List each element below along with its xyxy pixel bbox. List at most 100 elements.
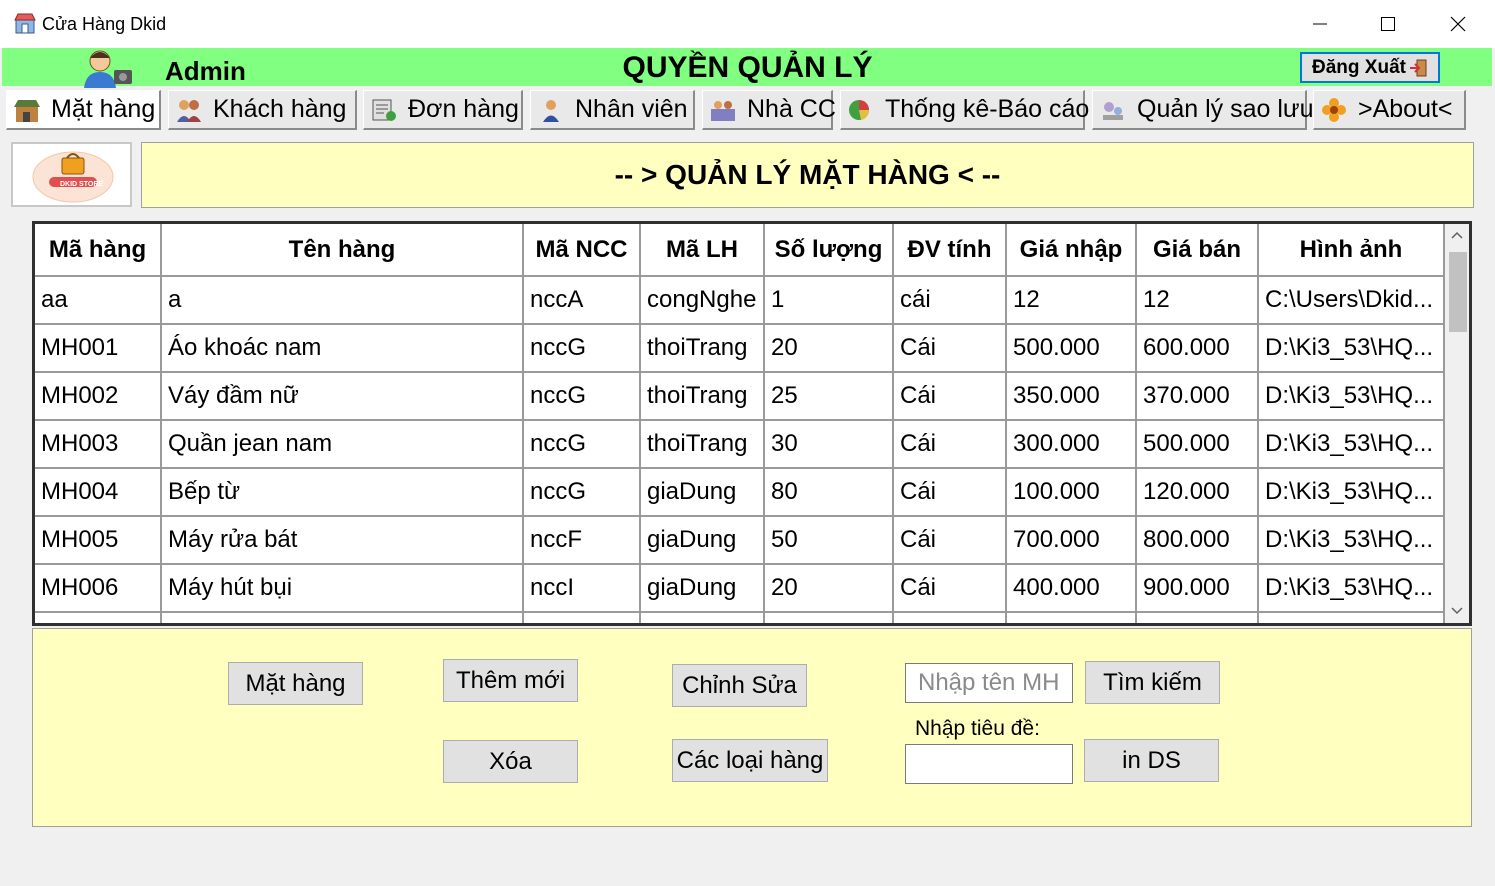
table-cell[interactable]: 500.000 <box>1136 420 1259 469</box>
table-cell[interactable]: nccI <box>523 564 641 613</box>
table-cell[interactable]: 400.000 <box>1006 564 1137 613</box>
add-new-button[interactable]: Thêm mới <box>443 659 578 702</box>
column-header[interactable]: Số lượng <box>764 224 894 277</box>
table-cell[interactable]: Cái <box>893 468 1007 517</box>
column-header[interactable]: Tên hàng <box>161 224 524 277</box>
table-cell[interactable]: Cái <box>893 372 1007 421</box>
tab-khachhang[interactable]: Khách hàng <box>168 90 357 130</box>
table-cell[interactable]: thoiTrang <box>640 420 765 469</box>
table-row[interactable]: MH005 Máy rửa bát nccF giaDung 50 Cái 700.000 8… <box>35 516 1445 565</box>
search-input[interactable] <box>905 663 1073 703</box>
column-header[interactable]: Hình ảnh <box>1258 224 1445 277</box>
table-cell[interactable]: Bếp từ <box>161 468 524 517</box>
table-cell[interactable]: nccF <box>523 516 641 565</box>
categories-button[interactable]: Các loại hàng <box>672 739 828 782</box>
table-cell[interactable]: 370.000 <box>1136 372 1259 421</box>
table-cell[interactable]: MH004 <box>35 468 162 517</box>
tab-nhanvien[interactable]: Nhân viên <box>530 90 695 130</box>
table-row[interactable] <box>35 612 1445 623</box>
table-cell[interactable]: nccA <box>523 276 641 325</box>
column-header[interactable]: Giá bán <box>1136 224 1259 277</box>
table-cell[interactable]: 12 <box>1006 276 1137 325</box>
tab-nhacc[interactable]: Nhà CC <box>702 90 836 130</box>
table-cell[interactable]: 30 <box>764 420 894 469</box>
minimize-button[interactable] <box>1288 0 1352 48</box>
table-cell[interactable]: MH005 <box>35 516 162 565</box>
table-cell[interactable]: 1 <box>764 276 894 325</box>
table-cell[interactable]: Máy hút bụi <box>161 564 524 613</box>
tab-quanly-saoluu[interactable]: Quản lý sao lưu <box>1092 90 1314 130</box>
table-cell[interactable]: MH001 <box>35 324 162 373</box>
table-cell[interactable]: 800.000 <box>1136 516 1259 565</box>
table-cell[interactable]: D:\Ki3_53\HQ... <box>1258 372 1445 421</box>
table-cell[interactable]: 20 <box>764 564 894 613</box>
table-cell[interactable]: 12 <box>1136 276 1259 325</box>
table-cell[interactable]: 80 <box>764 468 894 517</box>
table-cell[interactable]: Quần jean nam <box>161 420 524 469</box>
table-cell[interactable]: giaDung <box>640 468 765 517</box>
table-cell[interactable]: giaDung <box>640 564 765 613</box>
table-cell[interactable]: D:\Ki3_53\HQ... <box>1258 564 1445 613</box>
scroll-up-icon[interactable] <box>1451 230 1463 240</box>
table-cell[interactable]: congNghe <box>640 276 765 325</box>
title-input[interactable] <box>905 744 1073 784</box>
mathang-button[interactable]: Mặt hàng <box>228 662 363 705</box>
table-cell[interactable]: aa <box>35 276 162 325</box>
table-cell[interactable]: D:\Ki3_53\HQ... <box>1258 420 1445 469</box>
products-grid[interactable]: Mã hàng Tên hàng Mã NCC Mã LH Số lượng Đ… <box>32 221 1472 626</box>
column-header[interactable]: ĐV tính <box>893 224 1007 277</box>
tab-donhang[interactable]: Đơn hàng <box>363 90 523 130</box>
scrollbar-thumb[interactable] <box>1449 252 1467 332</box>
table-cell[interactable]: 900.000 <box>1136 564 1259 613</box>
search-button[interactable]: Tìm kiếm <box>1085 661 1220 704</box>
column-header[interactable]: Mã NCC <box>523 224 641 277</box>
table-cell[interactable]: nccG <box>523 468 641 517</box>
table-cell[interactable]: Cái <box>893 324 1007 373</box>
table-cell[interactable]: MH002 <box>35 372 162 421</box>
table-cell[interactable]: Máy rửa bát <box>161 516 524 565</box>
table-cell[interactable]: Cái <box>893 564 1007 613</box>
table-row[interactable]: aa a nccA congNghe 1 cái 12 12 C:\Users\Dkid... <box>35 276 1445 325</box>
table-cell[interactable]: nccG <box>523 324 641 373</box>
table-cell[interactable]: Cái <box>893 420 1007 469</box>
table-cell[interactable]: a <box>161 276 524 325</box>
table-cell[interactable]: Váy đầm nữ <box>161 372 524 421</box>
table-cell[interactable]: 350.000 <box>1006 372 1137 421</box>
table-cell[interactable]: D:\Ki3_53\HQ... <box>1258 516 1445 565</box>
tab-about[interactable]: >About< <box>1313 90 1466 130</box>
table-row[interactable]: MH003 Quần jean nam nccG thoiTrang 30 Cái 300.… <box>35 420 1445 469</box>
tab-mathang[interactable]: Mặt hàng <box>6 90 161 130</box>
table-cell[interactable]: 500.000 <box>1006 324 1137 373</box>
table-cell[interactable]: 50 <box>764 516 894 565</box>
table-cell[interactable]: 20 <box>764 324 894 373</box>
table-row[interactable]: MH001 Áo khoác nam nccG thoiTrang 20 Cái 500.0… <box>35 324 1445 373</box>
table-cell[interactable]: D:\Ki3_53\HQ... <box>1258 468 1445 517</box>
tab-thongke-baocao[interactable]: Thống kê-Báo cáo <box>840 90 1089 130</box>
vertical-scrollbar[interactable] <box>1445 224 1469 623</box>
logout-button[interactable]: Đăng Xuất <box>1300 52 1440 83</box>
table-cell[interactable]: nccG <box>523 372 641 421</box>
print-list-button[interactable]: in DS <box>1084 739 1219 782</box>
close-button[interactable] <box>1426 0 1490 48</box>
table-cell[interactable]: 100.000 <box>1006 468 1137 517</box>
table-row[interactable]: MH002 Váy đầm nữ nccG thoiTrang 25 Cái 350.000… <box>35 372 1445 421</box>
table-cell[interactable]: Áo khoác nam <box>161 324 524 373</box>
table-cell[interactable]: MH006 <box>35 564 162 613</box>
table-cell[interactable]: Cái <box>893 516 1007 565</box>
table-cell[interactable]: cái <box>893 276 1007 325</box>
table-cell[interactable]: 25 <box>764 372 894 421</box>
table-row[interactable]: MH004 Bếp từ nccG giaDung 80 Cái 100.000 120.00… <box>35 468 1445 517</box>
table-cell[interactable]: 300.000 <box>1006 420 1137 469</box>
edit-button[interactable]: Chỉnh Sửa <box>672 664 807 707</box>
column-header[interactable]: Mã LH <box>640 224 765 277</box>
table-cell[interactable]: MH003 <box>35 420 162 469</box>
table-cell[interactable]: C:\Users\Dkid... <box>1258 276 1445 325</box>
column-header[interactable]: Giá nhập <box>1006 224 1137 277</box>
table-cell[interactable]: D:\Ki3_53\HQ... <box>1258 324 1445 373</box>
table-cell[interactable]: giaDung <box>640 516 765 565</box>
table-cell[interactable]: 120.000 <box>1136 468 1259 517</box>
scroll-down-icon[interactable] <box>1451 606 1463 616</box>
column-header[interactable]: Mã hàng <box>35 224 162 277</box>
table-cell[interactable]: 700.000 <box>1006 516 1137 565</box>
table-cell[interactable]: 600.000 <box>1136 324 1259 373</box>
